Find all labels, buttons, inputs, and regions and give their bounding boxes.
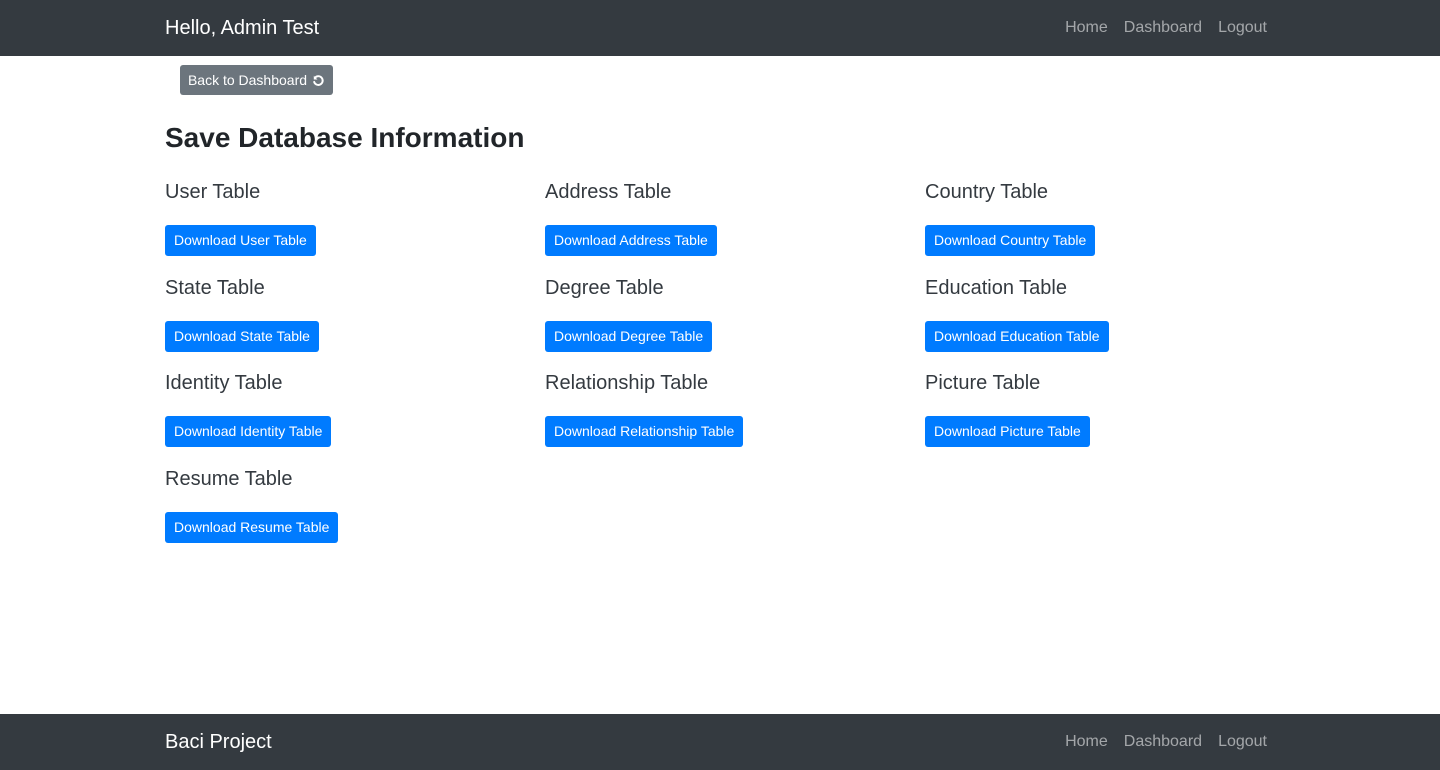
table-section-resume: Resume Table Download Resume Table <box>165 463 545 559</box>
footer-dashboard-link[interactable]: Dashboard <box>1124 733 1202 751</box>
table-section-relationship: Relationship Table Download Relationship… <box>545 367 925 463</box>
navbar-brand[interactable]: Hello, Admin Test <box>165 0 319 56</box>
nav-dashboard-link[interactable]: Dashboard <box>1124 19 1202 37</box>
table-section-address: Address Table Download Address Table <box>545 176 925 272</box>
table-label: Address Table <box>545 181 672 203</box>
table-label: Country Table <box>925 181 1049 203</box>
navbar-links: Home Dashboard Logout <box>1065 0 1267 56</box>
download-identity-table-button[interactable]: Download Identity Table <box>165 416 332 447</box>
download-address-table-button[interactable]: Download Address Table <box>545 225 717 256</box>
table-section-degree: Degree Table Download Degree Table <box>545 272 925 368</box>
back-button-label: Back to Dashboard <box>187 72 308 88</box>
footer-logout-link[interactable]: Logout <box>1218 733 1267 751</box>
table-label: State Table <box>165 276 265 299</box>
download-education-table-button[interactable]: Download Education Table <box>925 320 1109 352</box>
undo-icon <box>311 73 325 87</box>
table-label: Resume Table <box>165 467 293 490</box>
nav-logout-link[interactable]: Logout <box>1218 19 1267 37</box>
top-navbar: Hello, Admin Test Home Dashboard Logout <box>0 0 1440 56</box>
table-label: Degree Table <box>545 276 664 299</box>
download-resume-table-button[interactable]: Download Resume Table <box>165 511 339 543</box>
download-country-table-button[interactable]: Download Country Table <box>925 225 1096 256</box>
table-section-education: Education Table Download Education Table <box>925 272 1305 368</box>
nav-home-link[interactable]: Home <box>1065 19 1108 37</box>
download-user-table-button[interactable]: Download User Table <box>165 225 316 256</box>
footer-home-link[interactable]: Home <box>1065 733 1108 751</box>
table-section-identity: Identity Table Download Identity Table <box>165 367 545 463</box>
table-label: Education Table <box>925 276 1067 299</box>
table-section-state: State Table Download State Table <box>165 272 545 368</box>
back-to-dashboard-button[interactable]: Back to Dashboard <box>180 65 333 95</box>
footer-brand[interactable]: Baci Project <box>165 714 272 770</box>
table-label: Identity Table <box>165 372 283 394</box>
download-relationship-table-button[interactable]: Download Relationship Table <box>545 416 744 447</box>
page-title: Save Database Information <box>165 122 525 153</box>
download-state-table-button[interactable]: Download State Table <box>165 320 319 352</box>
table-label: User Table <box>165 181 261 203</box>
download-degree-table-button[interactable]: Download Degree Table <box>545 320 713 352</box>
download-picture-table-button[interactable]: Download Picture Table <box>925 416 1090 447</box>
tables-grid: User Table Download User Table Address T… <box>165 176 1305 558</box>
footer-navbar: Baci Project Home Dashboard Logout <box>0 714 1440 770</box>
table-section-picture: Picture Table Download Picture Table <box>925 367 1305 463</box>
footer-links: Home Dashboard Logout <box>1065 714 1267 770</box>
table-label: Relationship Table <box>545 372 709 394</box>
table-section-country: Country Table Download Country Table <box>925 176 1305 272</box>
table-label: Picture Table <box>925 372 1041 394</box>
table-section-user: User Table Download User Table <box>165 176 545 272</box>
